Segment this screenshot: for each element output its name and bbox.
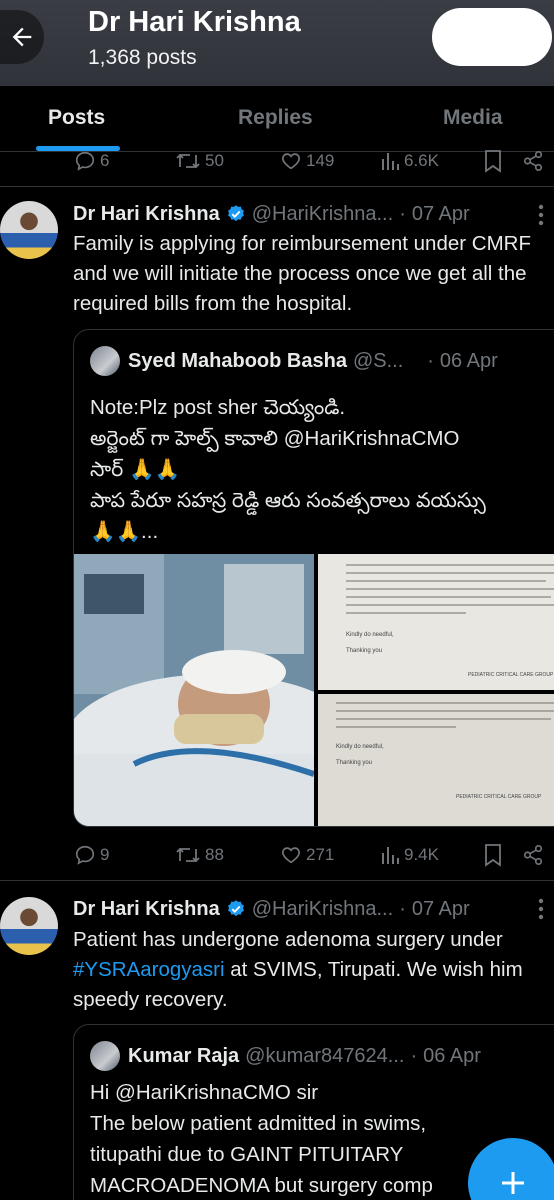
tab-posts[interactable]: Posts: [48, 106, 105, 130]
separator-dot: ·: [410, 1044, 418, 1067]
quote-header: Syed Mahaboob Basha @S... · 06 Apr: [90, 344, 498, 378]
more-options-icon[interactable]: [538, 898, 544, 920]
previous-tweet-actions: 6 50 149 6.6K: [0, 144, 554, 178]
more-options-icon[interactable]: [538, 204, 544, 226]
author-handle[interactable]: @HariKrishna...: [252, 898, 393, 921]
reply-count: 6: [100, 151, 110, 170]
quote-text-line: సార్ 🙏🙏: [90, 458, 181, 481]
like-count: 271: [306, 845, 335, 864]
bookmark-icon: [485, 844, 501, 867]
back-button[interactable]: [0, 10, 44, 64]
views-count: 9.4K: [404, 845, 439, 864]
tweet-date[interactable]: 07 Apr: [412, 203, 470, 226]
quote-author-name: Kumar Raja: [128, 1044, 240, 1067]
letter-text: Thanking you: [346, 648, 383, 654]
avatar[interactable]: [0, 201, 58, 259]
separator-dot: ·: [399, 897, 406, 920]
divider: [0, 880, 554, 881]
author-name[interactable]: Dr Hari Krishna: [73, 203, 220, 226]
divider: [0, 186, 554, 187]
share-button[interactable]: [522, 838, 544, 872]
follow-button[interactable]: [432, 8, 552, 66]
bookmark-button[interactable]: [483, 144, 503, 178]
plus-icon: [502, 1172, 524, 1194]
quote-date: 06 Apr: [439, 349, 498, 372]
reply-button[interactable]: 6: [74, 144, 109, 178]
quote-author-name: Syed Mahaboob Basha: [128, 349, 347, 372]
reply-icon: [75, 151, 95, 171]
quote-author-handle: @S...: [352, 349, 404, 372]
tweet-header: Dr Hari Krishna @HariKrishna... · 07 Apr: [73, 894, 470, 924]
tab-media[interactable]: Media: [443, 106, 503, 130]
quote-text-line: Hi @HariKrishnaCMO sir: [90, 1081, 319, 1104]
views-button[interactable]: 9.4K: [380, 838, 439, 872]
repost-button[interactable]: 50: [175, 144, 224, 178]
avatar[interactable]: [0, 897, 58, 955]
hashtag-link[interactable]: #YSRAarogyasri: [73, 958, 225, 981]
separator-dot: ·: [427, 349, 434, 372]
quote-text-line: 🙏🙏...: [90, 520, 159, 543]
heart-icon: [282, 153, 300, 170]
medical-letter-image[interactable]: Kindly do needful, Thanking you PEDIATRI…: [318, 554, 554, 690]
like-count: 149: [306, 151, 335, 170]
profile-header: Dr Hari Krishna 1,368 posts: [0, 0, 554, 86]
quote-text-line: అర్జెంట్ గా హెల్ప్ కావాలి @HariKrishnaCM…: [90, 427, 460, 450]
quote-text: Note:Plz post sher చెయ్యండి. అర్జెంట్ గా…: [90, 392, 554, 547]
letter-text: Kindly do needful,: [346, 632, 394, 638]
verified-badge-icon: [226, 899, 246, 919]
quote-tweet[interactable]: Syed Mahaboob Basha @S... · 06 Apr Note:…: [73, 329, 554, 827]
quote-date: 06 Apr: [423, 1044, 481, 1067]
profile-name: Dr Hari Krishna: [88, 6, 301, 38]
share-icon: [523, 151, 543, 171]
letter-text: Thanking you: [336, 760, 373, 766]
quote-text-line: పాప పేరూ సహస్ర రెడ్డి ఆరు సంవత్సరాలు వయస…: [90, 489, 486, 512]
views-icon: [382, 153, 399, 170]
author-handle[interactable]: @HariKrishna...: [252, 203, 393, 226]
share-button[interactable]: [522, 144, 544, 178]
post-count: 1,368 posts: [88, 46, 197, 69]
tweet-text: Patient has undergone adenoma surgery un…: [73, 925, 551, 1015]
quote-avatar: [90, 1041, 120, 1071]
repost-count: 88: [205, 845, 224, 864]
profile-tabs: Posts Replies Media: [0, 86, 554, 152]
reply-icon: [75, 845, 95, 865]
views-button[interactable]: 6.6K: [380, 144, 439, 178]
like-button[interactable]: 149: [280, 144, 334, 178]
quote-avatar: [90, 346, 120, 376]
author-name[interactable]: Dr Hari Krishna: [73, 898, 220, 921]
letter-text: PEDIATRIC CRITICAL CARE GROUP: [468, 672, 554, 678]
repost-button[interactable]: 88: [175, 838, 224, 872]
repost-icon: [176, 847, 200, 863]
tab-replies[interactable]: Replies: [238, 106, 313, 130]
quote-text-line: Note:Plz post sher చెయ్యండి.: [90, 396, 346, 419]
verified-badge-icon: [226, 204, 246, 224]
heart-icon: [282, 847, 300, 864]
like-button[interactable]: 271: [280, 838, 334, 872]
tweet-date[interactable]: 07 Apr: [412, 898, 470, 921]
share-icon: [523, 845, 543, 865]
letter-text: PEDIATRIC CRITICAL CARE GROUP: [456, 794, 542, 800]
reply-button[interactable]: 9: [74, 838, 109, 872]
quote-header: Kumar Raja @kumar847624... · 06 Apr: [90, 1039, 481, 1073]
tweet-text: Family is applying for reimbursement und…: [73, 232, 531, 315]
tweet-header: Dr Hari Krishna @HariKrishna... · 07 Apr: [73, 199, 470, 229]
medical-letter-image[interactable]: Kindly do needful, Thanking you PEDIATRI…: [318, 694, 554, 826]
tweet-text-part: Patient has undergone adenoma surgery un…: [73, 928, 503, 951]
hospital-photo[interactable]: [74, 554, 314, 826]
views-icon: [382, 847, 399, 864]
separator-dot: ·: [399, 202, 406, 225]
arrow-left-icon: [12, 27, 32, 47]
quote-text-line: The below patient admitted in swims,: [90, 1112, 427, 1135]
repost-count: 50: [205, 151, 224, 170]
views-count: 6.6K: [404, 151, 439, 170]
tweet-actions: 9 88 271 9.4K: [0, 838, 554, 872]
letter-text: Kindly do needful,: [336, 744, 384, 750]
bookmark-button[interactable]: [483, 838, 503, 872]
reply-count: 9: [100, 845, 110, 864]
hospital-photo-illustration: [74, 554, 314, 826]
quote-author-handle: @kumar847624...: [245, 1044, 405, 1067]
repost-icon: [176, 153, 200, 169]
bookmark-icon: [485, 150, 501, 173]
